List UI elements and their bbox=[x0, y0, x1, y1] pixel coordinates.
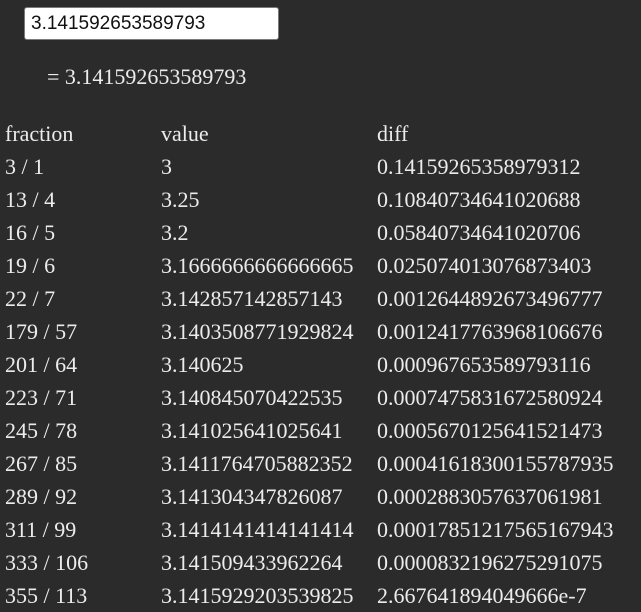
diff-cell: 0.00041618300155787935 bbox=[377, 451, 614, 476]
table-row: 201 / 64 3.140625 0.00096765358979311​6 bbox=[0, 348, 641, 381]
fraction-cell: 355 / 113 bbox=[5, 583, 88, 608]
value-cell: 3.1415929203539825 bbox=[161, 583, 354, 608]
diff-cell: 0.0012644892673496777 bbox=[377, 286, 603, 311]
fraction-cell: 201 / 64 bbox=[5, 352, 78, 377]
fraction-cell: 16 / 5 bbox=[5, 220, 56, 245]
value-cell: 3.141509433962264 bbox=[161, 550, 343, 575]
table-row: 223 / 71 3.140845070422535 0.00074758316… bbox=[0, 381, 641, 414]
value-cell: 3.1403508771929824 bbox=[161, 319, 354, 344]
fraction-cell: 311 / 99 bbox=[5, 517, 77, 542]
approximations-table: fraction value diff 3 / 1 3 0.1415926535… bbox=[0, 117, 641, 612]
value-cell: 3.1414141414141414 bbox=[161, 517, 354, 542]
fraction-cell: 223 / 71 bbox=[5, 385, 78, 410]
table-row: 16 / 5 3.2 0.05840734641020706 bbox=[0, 216, 641, 249]
table-row: 289 / 92 3.141304347826087 0.00028830576… bbox=[0, 480, 641, 513]
diff-cell: 0.0005670125641521473 bbox=[377, 418, 603, 443]
diff-cell: 0.00096765358979311​6 bbox=[377, 352, 591, 377]
fraction-cell: 19 / 6 bbox=[5, 253, 56, 278]
value-cell: 3.2 bbox=[161, 220, 189, 245]
diff-cell: 2.667641894049666e-7 bbox=[377, 583, 587, 608]
fraction-cell: 22 / 7 bbox=[5, 286, 56, 311]
table-row: 22 / 7 3.142857142857143 0.0012644892673… bbox=[0, 282, 641, 315]
diff-cell: 0.10840734641020688 bbox=[377, 187, 581, 212]
diff-cell: 0.14159265358979312 bbox=[377, 154, 581, 179]
value-cell: 3.140845070422535 bbox=[161, 385, 343, 410]
fraction-column-header: fraction bbox=[5, 121, 74, 146]
diff-cell: 0.00017851217565167943 bbox=[377, 517, 614, 542]
diff-cell: 0.0012417763968106676 bbox=[377, 319, 603, 344]
table-row: 3 / 1 3 0.14159265358979312 bbox=[0, 150, 641, 183]
fraction-cell: 3 / 1 bbox=[5, 154, 45, 179]
result-text: = 3.141592653589793 bbox=[47, 64, 247, 89]
diff-cell: 0.0002883057637061981 bbox=[377, 484, 603, 509]
value-cell: 3.1411764705882352 bbox=[161, 451, 353, 476]
value-cell: 3.141304347826087 bbox=[161, 484, 343, 509]
number-input[interactable] bbox=[24, 7, 279, 40]
table-row: 245 / 78 3.141025641025641 0.00056701256… bbox=[0, 414, 641, 447]
value-cell: 3 bbox=[161, 154, 172, 179]
fraction-cell: 267 / 85 bbox=[5, 451, 78, 476]
fraction-cell: 13 / 4 bbox=[5, 187, 56, 212]
diff-column-header: diff bbox=[377, 121, 409, 146]
diff-cell: 0.025074013076873403 bbox=[377, 253, 592, 278]
table-row: 267 / 85 3.1411764705882352 0.0004161830… bbox=[0, 447, 641, 480]
diff-cell: 0.0000832196275291075 bbox=[377, 550, 603, 575]
table-row: 355 / 113 3.1415929203539825 2.667641894… bbox=[0, 579, 641, 612]
value-column-header: value bbox=[161, 121, 209, 146]
diff-cell: 0.05840734641020706 bbox=[377, 220, 581, 245]
value-cell: 3.1666666666666665 bbox=[161, 253, 354, 278]
table-row: 19 / 6 3.1666666666666665 0.025074013076… bbox=[0, 249, 641, 282]
fraction-cell: 289 / 92 bbox=[5, 484, 78, 509]
value-cell: 3.25 bbox=[161, 187, 200, 212]
fraction-cell: 333 / 106 bbox=[5, 550, 89, 575]
table-row: 179 / 57 3.1403508771929824 0.0012417763… bbox=[0, 315, 641, 348]
value-cell: 3.141025641025641 bbox=[161, 418, 343, 443]
table-row: 311 / 99 3.1414141414141414 0.0001785121… bbox=[0, 513, 641, 546]
table-header-row: fraction value diff bbox=[0, 117, 641, 150]
table-row: 333 / 106 3.141509433962264 0.0000832196… bbox=[0, 546, 641, 579]
value-cell: 3.142857142857143 bbox=[161, 286, 343, 311]
value-cell: 3.140625 bbox=[161, 352, 244, 377]
fraction-cell: 245 / 78 bbox=[5, 418, 78, 443]
diff-cell: 0.0007475831672580924 bbox=[377, 385, 603, 410]
table-row: 13 / 4 3.25 0.10840734641020688 bbox=[0, 183, 641, 216]
fraction-cell: 179 / 57 bbox=[5, 319, 78, 344]
